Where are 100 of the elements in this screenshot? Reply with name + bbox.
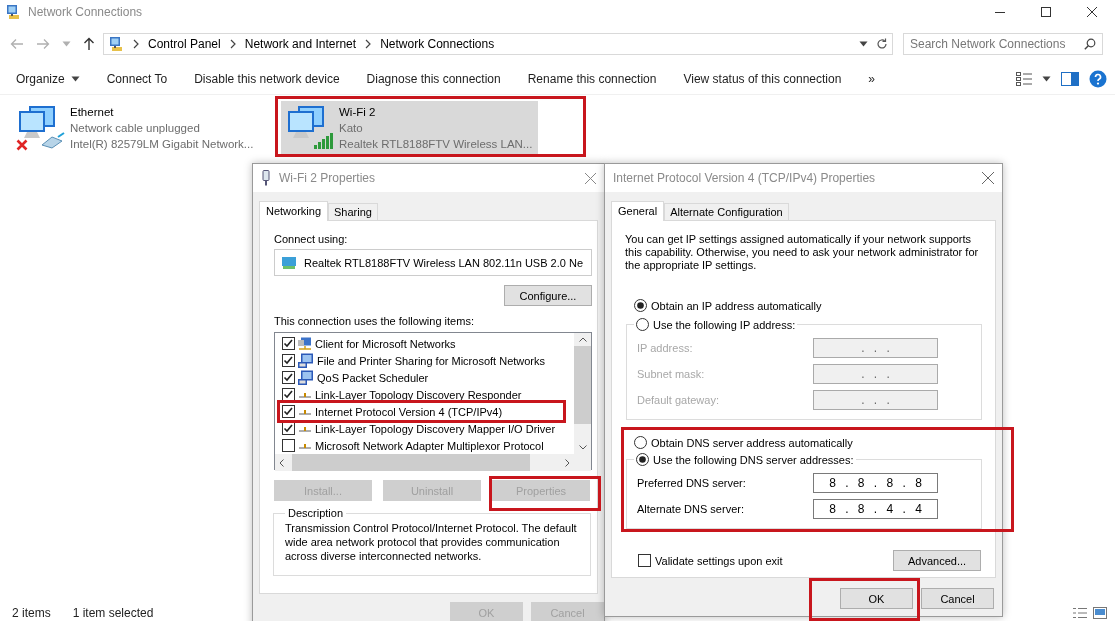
- caret-down-icon: [70, 76, 80, 82]
- adapter-icon: [261, 170, 271, 186]
- advanced-button[interactable]: Advanced...: [893, 550, 981, 571]
- radio-button[interactable]: [636, 453, 649, 466]
- close-icon[interactable]: [1087, 7, 1097, 17]
- radio-label[interactable]: Use the following DNS server addresses:: [653, 453, 854, 466]
- list-item[interactable]: Link-Layer Topology Discovery Mapper I/O Driver: [315, 422, 556, 435]
- details-view-icon[interactable]: [1073, 606, 1087, 619]
- field-label: Subnet mask:: [637, 368, 705, 380]
- toolbar-button[interactable]: Disable this network device: [194, 72, 340, 86]
- scrollbar-thumb[interactable]: [292, 454, 530, 471]
- connection-item[interactable]: Ethernet Network cable unplugged Intel(R) 82579LM Gigabit Network...: [16, 101, 261, 154]
- intro-text: You can get IP settings assigned automatically if your network supports this capability. Otherwise, you need to ask your network administrator for the appropriate IP settings.: [625, 233, 980, 272]
- tab[interactable]: Networking: [259, 201, 329, 221]
- search-icon: [1084, 38, 1096, 50]
- ip-address-field[interactable]: 8 . 8 . 8 . 8: [813, 473, 938, 493]
- scroll-up-icon[interactable]: [578, 337, 587, 342]
- checkbox[interactable]: [282, 439, 295, 452]
- radio-label[interactable]: Obtain DNS server address automatically: [651, 436, 853, 449]
- window-title: Network Connections: [28, 5, 144, 19]
- breadcrumb[interactable]: Network and Internet: [244, 37, 357, 51]
- radio-button[interactable]: [634, 436, 647, 449]
- list-item[interactable]: Internet Protocol Version 4 (TCP/IPv4): [315, 405, 503, 418]
- checkbox[interactable]: [282, 405, 295, 418]
- list-item[interactable]: QoS Packet Scheduler: [317, 371, 429, 384]
- breadcrumb[interactable]: Control Panel: [148, 37, 221, 51]
- toolbar-button[interactable]: Organize: [16, 72, 80, 86]
- breadcrumb[interactable]: Network Connections: [380, 37, 495, 51]
- connection-item[interactable]: Wi-Fi 2 Kato Realtek RTL8188FTV Wireless LAN...: [281, 101, 539, 154]
- maximize-icon[interactable]: [1041, 7, 1051, 17]
- list-item[interactable]: Client for Microsoft Networks: [315, 337, 456, 350]
- protocol-icon: [298, 424, 312, 433]
- checkbox[interactable]: [282, 337, 295, 350]
- chevron-right-icon: [132, 39, 140, 49]
- up-arrow-icon[interactable]: [83, 37, 95, 51]
- chevron-right-icon: [364, 39, 373, 49]
- tab[interactable]: Sharing: [328, 203, 378, 220]
- radio-button[interactable]: [636, 318, 649, 331]
- checkbox[interactable]: [282, 371, 295, 384]
- field-label: This connection uses the following items:: [274, 315, 475, 327]
- configure-button[interactable]: Configure...: [504, 285, 592, 306]
- checkbox[interactable]: [638, 554, 651, 567]
- checkbox[interactable]: [282, 388, 295, 401]
- connection-name: Ethernet: [70, 105, 115, 120]
- refresh-icon[interactable]: [876, 38, 888, 50]
- radio-button[interactable]: [634, 299, 647, 312]
- checkbox[interactable]: [282, 354, 295, 367]
- toolbar-button[interactable]: View status of this connection: [683, 72, 842, 86]
- description-text: Transmission Control Protocol/Internet Protocol. The default wide area network protocol that provides communication across diverse interconnected networks.: [285, 521, 578, 563]
- large-icons-view-icon[interactable]: [1093, 606, 1107, 619]
- address-bar[interactable]: Control Panel Network and Internet Network Connections: [103, 33, 893, 55]
- computer-service-icon: [298, 369, 314, 386]
- network-folder-icon: [5, 4, 21, 20]
- dialog-button[interactable]: Cancel: [921, 588, 994, 609]
- scroll-down-icon[interactable]: [578, 445, 587, 450]
- dialog-button[interactable]: OK: [840, 588, 913, 609]
- radio-label[interactable]: Use the following IP address:: [653, 318, 796, 331]
- toolbar-button[interactable]: Rename this connection: [527, 72, 657, 86]
- tab[interactable]: Alternate Configuration: [664, 203, 789, 220]
- adapter-field: Realtek RTL8188FTV Wireless LAN 802.11n USB 2.0 Ne: [274, 249, 592, 276]
- connection-name: Wi-Fi 2: [339, 105, 377, 120]
- preview-pane-icon[interactable]: [1061, 72, 1079, 86]
- field-label: Preferred DNS server:: [637, 477, 746, 489]
- field-label: Alternate DNS server:: [637, 503, 744, 515]
- connection-status: Network cable unplugged: [70, 121, 201, 136]
- field-label: IP address:: [637, 342, 693, 354]
- adapter-name: Realtek RTL8188FTV Wireless LAN...: [339, 137, 533, 152]
- connection-status: Kato: [339, 121, 364, 136]
- network-client-icon: [298, 336, 312, 351]
- network-folder-icon: [108, 36, 124, 52]
- toolbar-button[interactable]: Connect To: [106, 72, 168, 86]
- scrollbar-thumb[interactable]: [574, 346, 591, 424]
- view-caret-icon: [1042, 76, 1051, 82]
- more-commands-button[interactable]: »: [868, 72, 875, 86]
- toolbar-button[interactable]: Diagnose this connection: [366, 72, 501, 86]
- tab[interactable]: General: [611, 201, 665, 221]
- computer-service-icon: [298, 352, 314, 369]
- search-field[interactable]: Search Network Connections: [903, 33, 1103, 55]
- scroll-right-icon[interactable]: [565, 458, 570, 467]
- dropdown-caret-icon: [859, 41, 868, 47]
- item-count: 2 items: [12, 605, 51, 620]
- help-icon[interactable]: [1089, 70, 1107, 88]
- chevron-right-icon: [228, 39, 237, 49]
- selection-count: 1 item selected: [72, 605, 154, 620]
- radio-label[interactable]: Obtain an IP address automatically: [651, 299, 822, 312]
- view-options-icon[interactable]: [1016, 72, 1032, 86]
- adapter-name: Intel(R) 82579LM Gigabit Network...: [70, 137, 254, 152]
- group-title: Description: [287, 507, 345, 519]
- network-adapter-icon: [281, 255, 297, 270]
- field-label: Connect using:: [274, 233, 349, 245]
- ip-address-field[interactable]: 8 . 8 . 4 . 4: [813, 499, 938, 519]
- dialog-title: Internet Protocol Version 4 (TCP/IPv4) Properties: [613, 171, 877, 185]
- list-item[interactable]: Microsoft Network Adapter Multiplexor Protocol: [315, 439, 544, 452]
- protocol-icon: [298, 390, 312, 399]
- checkbox-label[interactable]: Validate settings upon exit: [655, 554, 783, 567]
- close-icon[interactable]: [982, 172, 994, 184]
- recent-caret-icon: [62, 41, 71, 47]
- scroll-left-icon[interactable]: [279, 458, 284, 467]
- list-item[interactable]: File and Printer Sharing for Microsoft Networks: [317, 354, 546, 367]
- dialog-title: Wi-Fi 2 Properties: [279, 171, 377, 185]
